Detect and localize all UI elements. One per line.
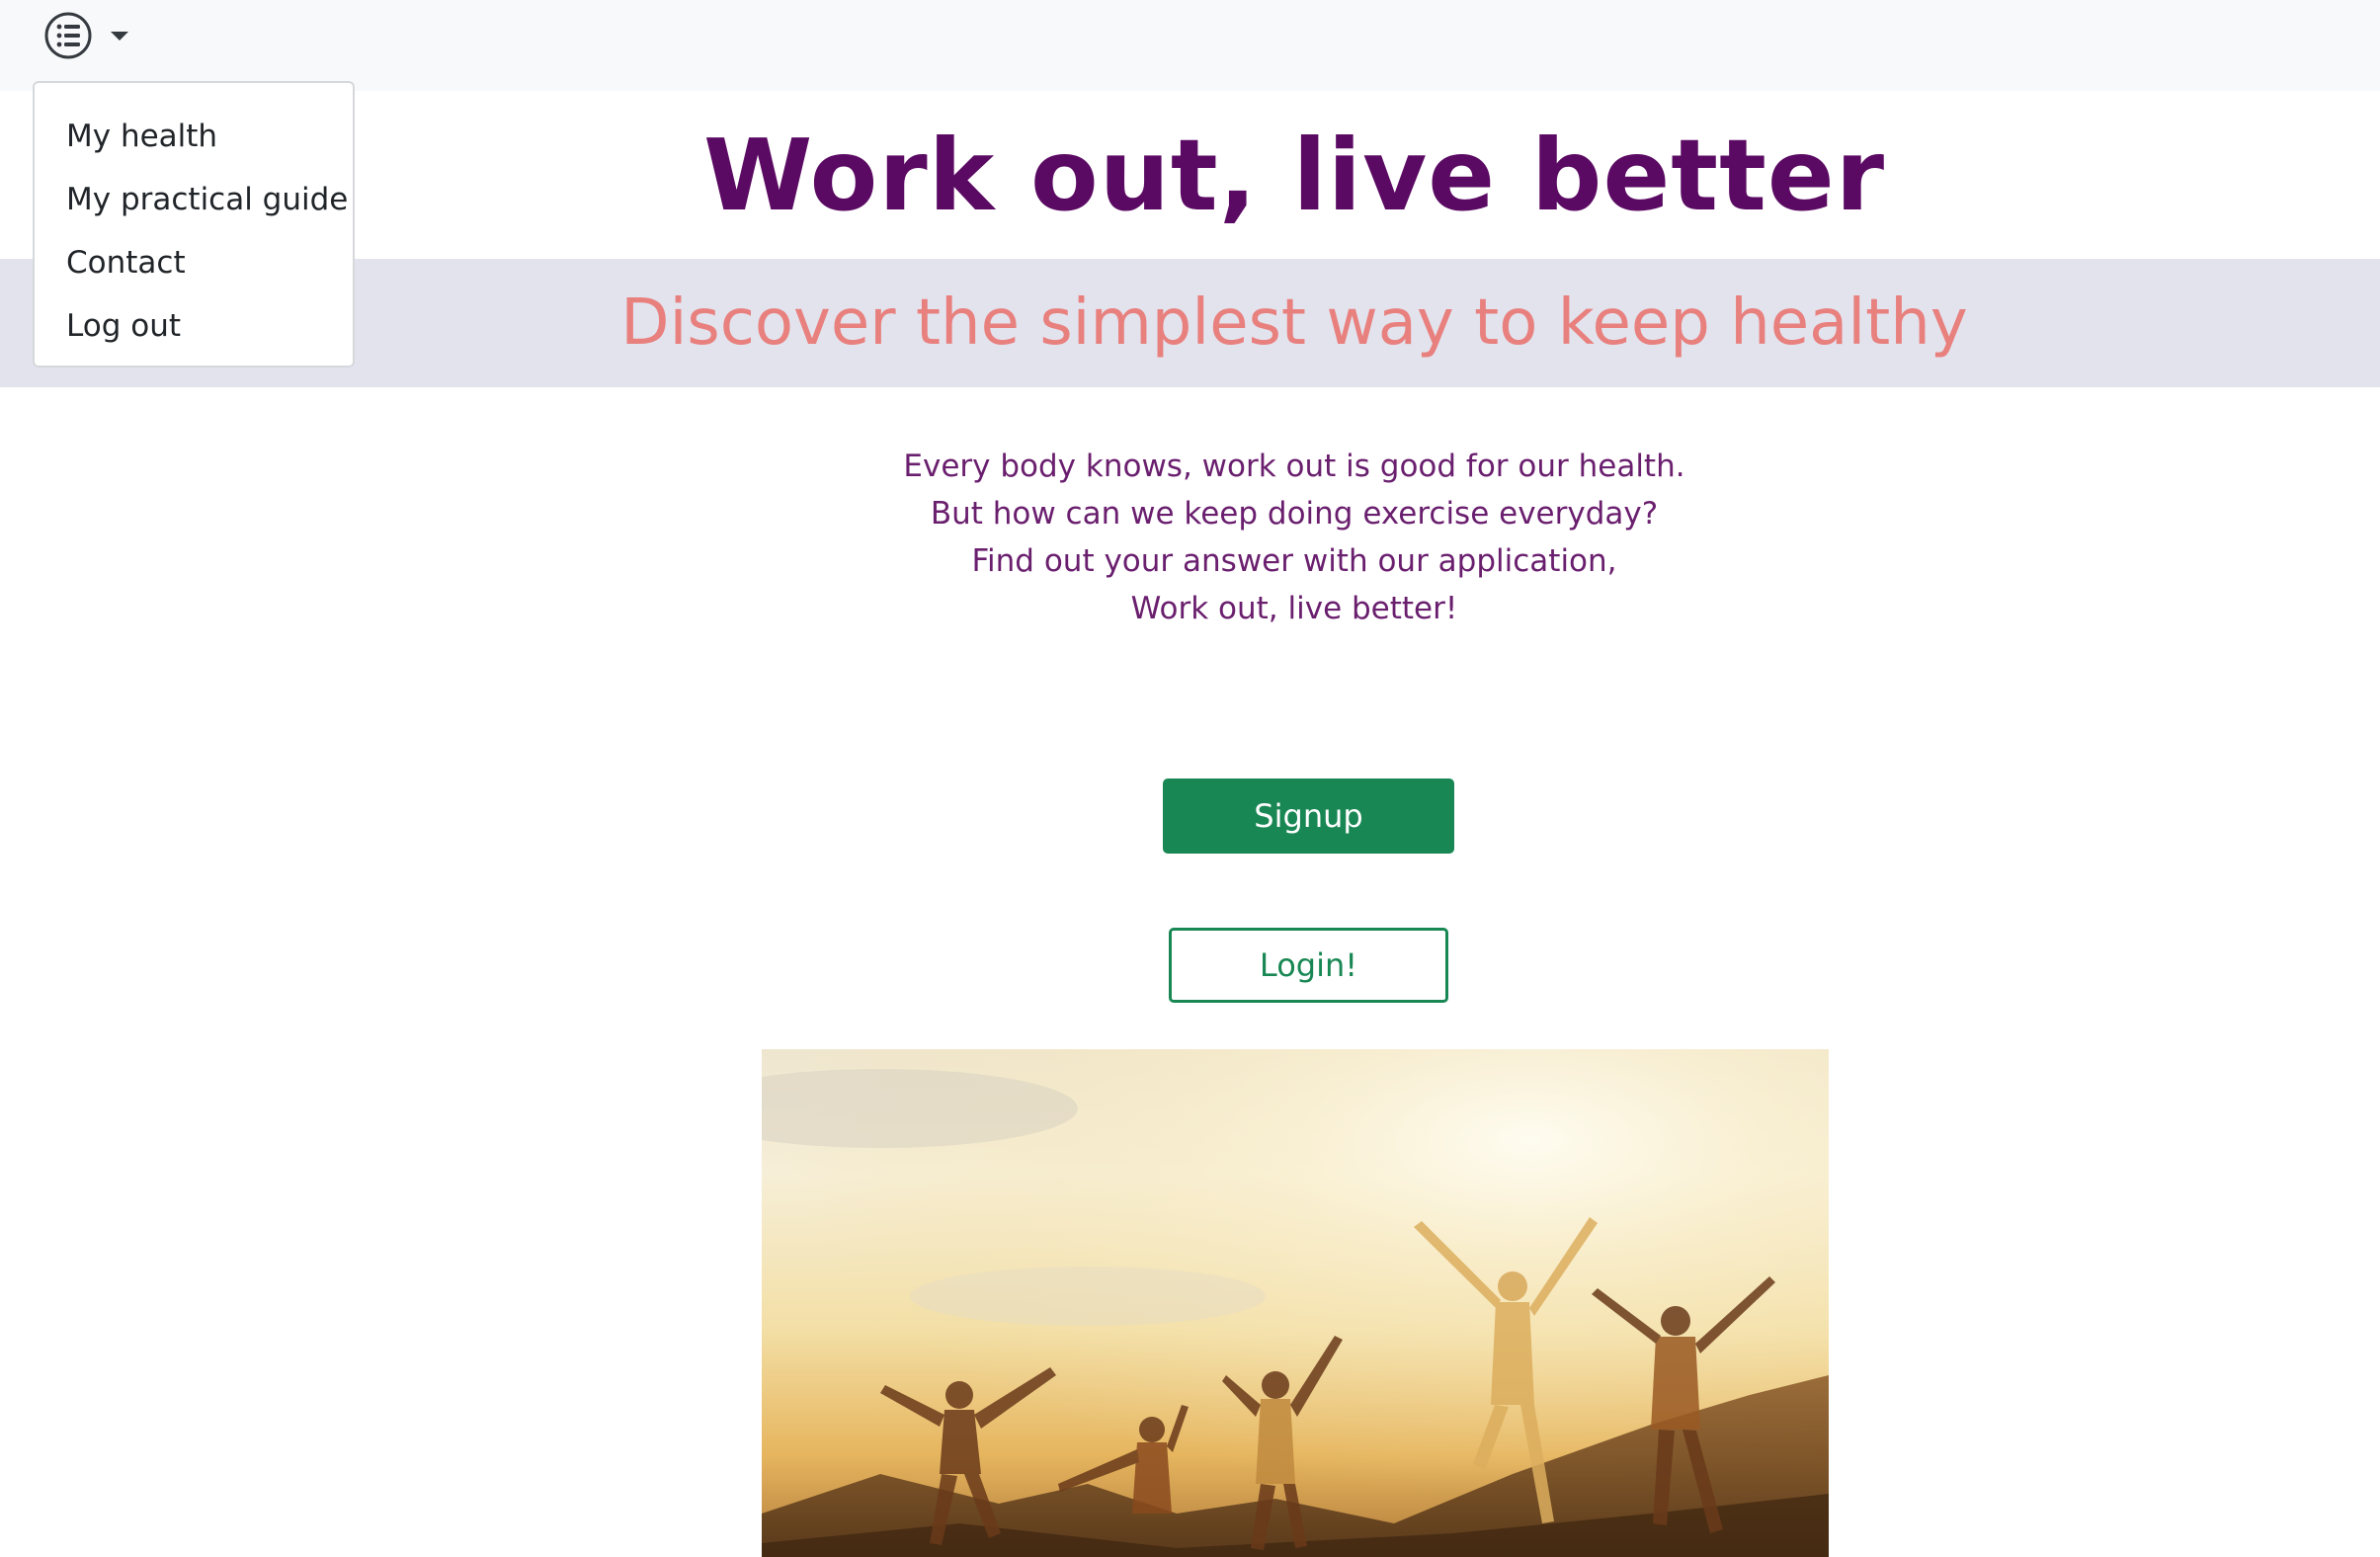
list-icon xyxy=(43,11,93,60)
nav-dropdown-menu: My health My practical guide Contact Log… xyxy=(33,81,355,368)
signup-button[interactable]: Signup xyxy=(1163,778,1454,854)
top-navbar xyxy=(0,0,2380,91)
menu-item-log-out[interactable]: Log out xyxy=(35,294,353,358)
intro-line: Work out, live better! xyxy=(1130,591,1458,626)
menu-item-contact[interactable]: Contact xyxy=(35,231,353,294)
menu-item-practical-guide[interactable]: My practical guide xyxy=(35,168,353,231)
login-button[interactable]: Login! xyxy=(1169,928,1448,1003)
menu-item-my-health[interactable]: My health xyxy=(35,105,353,168)
intro-line: Find out your answer with our applicatio… xyxy=(971,543,1617,579)
intro-line: But how can we keep doing exercise every… xyxy=(930,496,1659,532)
intro-text: Every body knows, work out is good for o… xyxy=(0,443,2380,632)
intro-line: Every body knows, work out is good for o… xyxy=(903,449,1685,484)
page-title: Work out, live better xyxy=(702,117,1886,233)
caret-down-icon xyxy=(109,29,130,42)
tagline-text: Discover the simplest way to keep health… xyxy=(620,287,1968,360)
tagline-banner: Discover the simplest way to keep health… xyxy=(0,259,2380,387)
hero-image xyxy=(762,1049,1829,1557)
menu-toggle-button[interactable] xyxy=(43,12,142,59)
